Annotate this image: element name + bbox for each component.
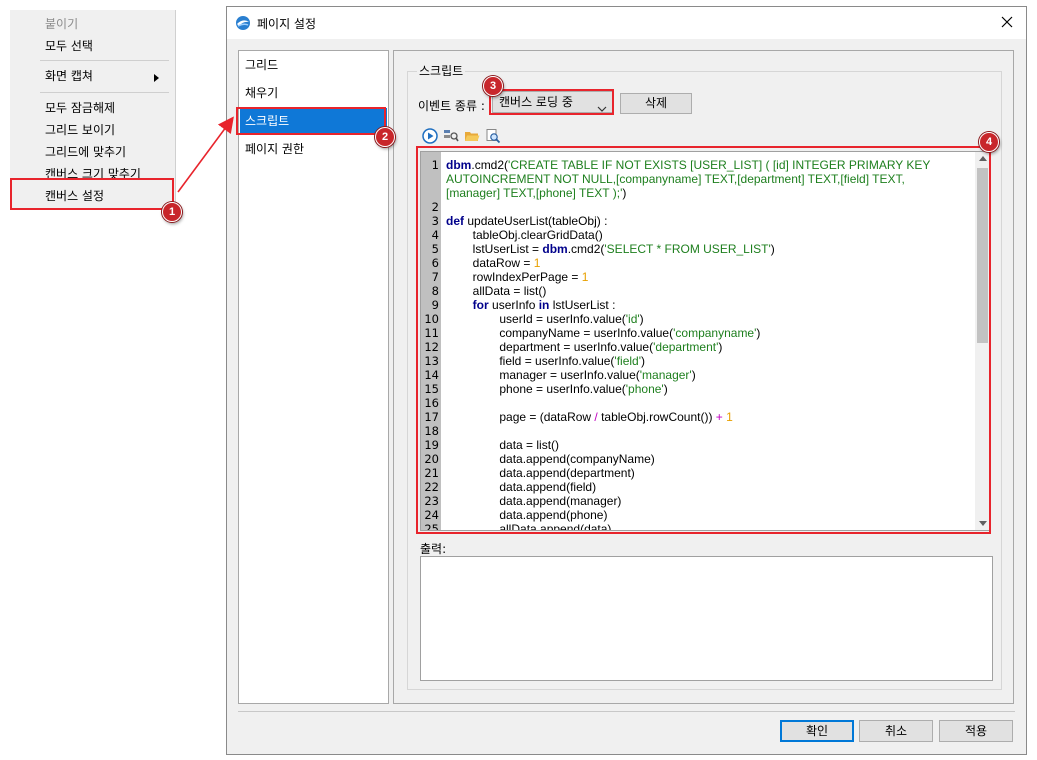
close-icon[interactable] [998,13,1016,31]
menu-item-screen-capture[interactable]: 화면 캡쳐 [45,68,93,84]
footer-divider [238,711,1015,712]
step-badge-3: 3 [483,76,503,96]
group-title: 스크립트 [417,62,466,79]
highlight-box-event-select [489,89,614,115]
submenu-arrow-icon [154,74,159,82]
title-bar: 페이지 설정 [227,7,1026,39]
app-logo-icon [235,15,251,31]
menu-separator [40,92,169,93]
menu-item-unlock-all[interactable]: 모두 잠금해제 [45,100,115,116]
find-replace-icon[interactable] [442,127,460,145]
inspect-icon[interactable] [484,127,502,145]
cancel-button[interactable]: 취소 [859,720,933,742]
highlight-box-script-tab [236,107,386,135]
apply-button[interactable]: 적용 [939,720,1013,742]
nav-item-grid[interactable]: 그리드 [240,52,387,78]
delete-button[interactable]: 삭제 [620,93,692,114]
event-type-label: 이벤트 종류 : [418,99,485,113]
run-icon[interactable] [421,127,439,145]
step-badge-2: 2 [375,127,395,147]
open-folder-icon[interactable] [463,127,481,145]
nav-item-page-permission[interactable]: 페이지 권한 [240,136,387,162]
highlight-box-canvas-settings [10,178,174,210]
menu-item-snap-to-grid[interactable]: 그리드에 맞추기 [45,144,126,160]
output-label: 출력: [420,542,447,556]
menu-item-paste[interactable]: 붙이기 [45,16,78,32]
ok-button[interactable]: 확인 [780,720,854,742]
highlight-box-script-editor [416,146,991,534]
menu-item-select-all[interactable]: 모두 선택 [45,38,93,54]
dialog-title: 페이지 설정 [257,17,317,31]
step-badge-1: 1 [162,202,182,222]
step-badge-4: 4 [979,132,999,152]
nav-item-fill[interactable]: 채우기 [240,80,387,106]
menu-item-show-grid[interactable]: 그리드 보이기 [45,122,115,138]
menu-separator [40,60,169,61]
output-textarea[interactable] [420,556,993,681]
settings-nav-list: 그리드 채우기 스크립트 페이지 권한 [238,50,389,704]
script-toolbar [421,127,502,145]
